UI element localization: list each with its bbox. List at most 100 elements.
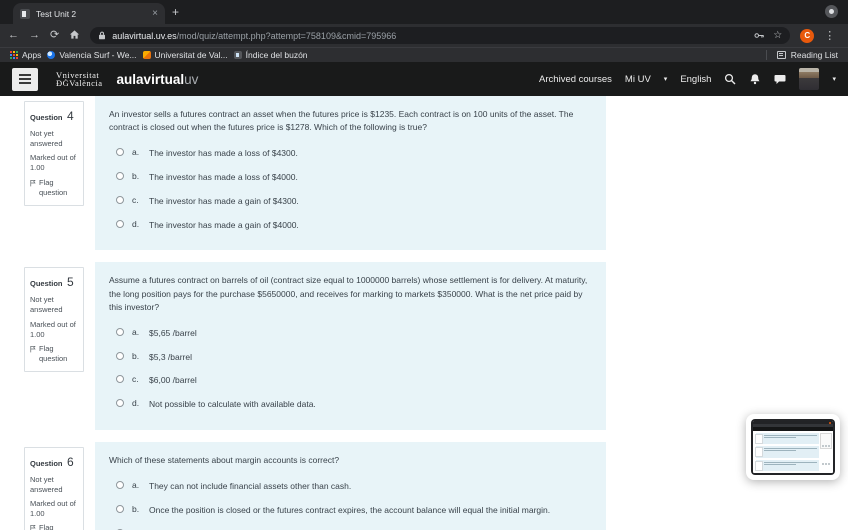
question-number-value: 4 [67, 109, 74, 123]
reading-list-button[interactable]: Reading List [766, 50, 838, 60]
chrome-profile-avatar[interactable]: C [800, 29, 814, 43]
answer-options: a.They can not include financial assets … [109, 480, 592, 530]
question-status: Not yet answered [30, 475, 78, 495]
bookmark-item[interactable]: Índice del buzón [234, 50, 308, 60]
browser-tab[interactable]: Test Unit 2 × [13, 3, 165, 24]
bookmark-item[interactable]: Valencia Surf - We... [47, 50, 136, 60]
option-text: $5,65 /barrel [149, 327, 197, 340]
question-block: Question 6 Not yet answered Marked out o… [24, 442, 848, 530]
flag-icon [30, 345, 36, 353]
forward-icon[interactable]: → [29, 30, 40, 41]
menu-hamburger-icon[interactable] [12, 68, 38, 91]
answer-option[interactable]: b.The investor has made a loss of $4000. [116, 171, 592, 184]
chrome-menu-icon[interactable]: ⋮ [824, 29, 835, 42]
answer-option[interactable]: c.The investor has made a gain of $4300. [116, 195, 592, 208]
answer-option[interactable]: b.$5,3 /barrel [116, 351, 592, 364]
notifications-bell-icon[interactable] [749, 73, 761, 85]
brand-light: uv [184, 72, 198, 87]
bookmark-item[interactable]: Universitat de Val... [143, 50, 228, 60]
flag-icon [30, 524, 36, 530]
radio-button[interactable] [116, 399, 124, 407]
answer-option[interactable]: a. The investor has made a loss of $4300. [116, 147, 592, 160]
radio-button[interactable] [116, 328, 124, 336]
university-logo[interactable]: Vniversitat ĐĠValència [56, 71, 103, 88]
user-avatar[interactable] [799, 68, 819, 90]
answer-option[interactable]: d.Not possible to calculate with availab… [116, 398, 592, 411]
flag-question-link[interactable]: Flag question [30, 523, 78, 530]
search-icon[interactable] [724, 73, 736, 85]
option-text: The investor has made a loss of $4300. [149, 147, 298, 160]
logo-line2: ĐĠValència [56, 79, 103, 88]
bookmark-favicon-icon [234, 51, 242, 59]
nav-miuv[interactable]: Mi UV [625, 74, 651, 85]
radio-button[interactable] [116, 505, 124, 513]
chevron-down-icon[interactable]: ▾ [664, 75, 668, 83]
quiz-page: Question 4 Not yet answered Marked out o… [0, 96, 848, 530]
apps-shortcut[interactable]: Apps [10, 50, 41, 60]
option-key: b. [132, 171, 141, 181]
radio-button[interactable] [116, 481, 124, 489]
back-icon[interactable]: ← [8, 30, 19, 41]
site-header: Vniversitat ĐĠValència aulavirtualuv Arc… [0, 62, 848, 96]
nav-archived-courses[interactable]: Archived courses [539, 74, 612, 85]
answer-option[interactable]: c.$6,00 /barrel [116, 374, 592, 387]
answer-option[interactable]: a.$5,65 /barrel [116, 327, 592, 340]
messages-chat-icon[interactable] [774, 73, 786, 85]
aulavirtual-brand[interactable]: aulavirtualuv [117, 72, 199, 87]
answer-option[interactable]: d. The investor has made a gain of $4000. [116, 219, 592, 232]
option-text: The investor has made a gain of $4300. [149, 195, 299, 208]
radio-button[interactable] [116, 352, 124, 360]
option-key: b. [132, 351, 141, 361]
question-block: Question 4 Not yet answered Marked out o… [24, 96, 848, 250]
reading-list-icon [777, 51, 786, 59]
home-icon[interactable] [69, 29, 80, 43]
option-key: b. [132, 504, 141, 514]
flag-question-link[interactable]: Flag question [30, 344, 78, 364]
url-domain: aulavirtual.uv.es [112, 31, 176, 41]
screen-share-preview[interactable] [746, 414, 840, 480]
browser-window: Test Unit 2 × + ← → ⟳ aulavirtual.uv.es/… [0, 0, 848, 530]
bookmark-favicon-icon [143, 51, 151, 59]
bookmark-label: Universitat de Val... [155, 50, 228, 60]
refresh-icon[interactable]: ⟳ [50, 30, 59, 41]
question-number-value: 6 [67, 455, 74, 469]
radio-button[interactable] [116, 172, 124, 180]
lock-icon [98, 31, 106, 40]
user-menu-chevron-down-icon[interactable]: ▾ [832, 75, 836, 83]
option-key: d. [132, 398, 141, 408]
apps-label: Apps [22, 50, 41, 60]
new-tab-button[interactable]: + [172, 5, 179, 19]
questions-list: Question 4 Not yet answered Marked out o… [0, 96, 848, 530]
question-info-card: Question 4 Not yet answered Marked out o… [24, 101, 84, 206]
answer-options: a.$5,65 /barrel b.$5,3 /barrel c.$6,00 /ba… [109, 327, 592, 411]
answer-option[interactable]: b.Once the position is closed or the fut… [116, 504, 592, 517]
screen-recording-indicator-icon[interactable] [825, 5, 838, 18]
option-key: d. [132, 219, 141, 229]
question-mark: Marked out of 1.00 [30, 320, 78, 340]
tab-strip: Test Unit 2 × + [0, 0, 848, 24]
question-status: Not yet answered [30, 129, 78, 149]
radio-button[interactable] [116, 220, 124, 228]
bookmark-star-icon[interactable]: ☆ [773, 30, 782, 41]
option-text: The investor has made a gain of $4000. [149, 219, 299, 232]
question-panel: An investor sells a futures contract an … [95, 96, 606, 250]
radio-button[interactable] [116, 375, 124, 383]
flag-icon [30, 179, 36, 187]
flag-question-link[interactable]: Flag question [30, 178, 78, 198]
close-tab-icon[interactable]: × [152, 9, 158, 19]
screen-share-mini-screen [753, 421, 833, 473]
flag-question-label: Flag question [39, 523, 78, 530]
tab-favicon-icon [20, 9, 30, 19]
nav-language[interactable]: English [680, 74, 711, 85]
option-key: a. [132, 147, 141, 157]
password-key-icon[interactable] [754, 32, 765, 39]
option-key: c. [132, 374, 141, 384]
reading-list-label: Reading List [791, 50, 838, 60]
apps-grid-icon [10, 51, 18, 59]
answer-option[interactable]: a.They can not include financial assets … [116, 480, 592, 493]
radio-button[interactable] [116, 148, 124, 156]
option-text: They can not include financial assets ot… [149, 480, 351, 493]
flag-question-label: Flag question [39, 178, 78, 198]
radio-button[interactable] [116, 196, 124, 204]
address-bar[interactable]: aulavirtual.uv.es/mod/quiz/attempt.php?a… [90, 27, 790, 44]
